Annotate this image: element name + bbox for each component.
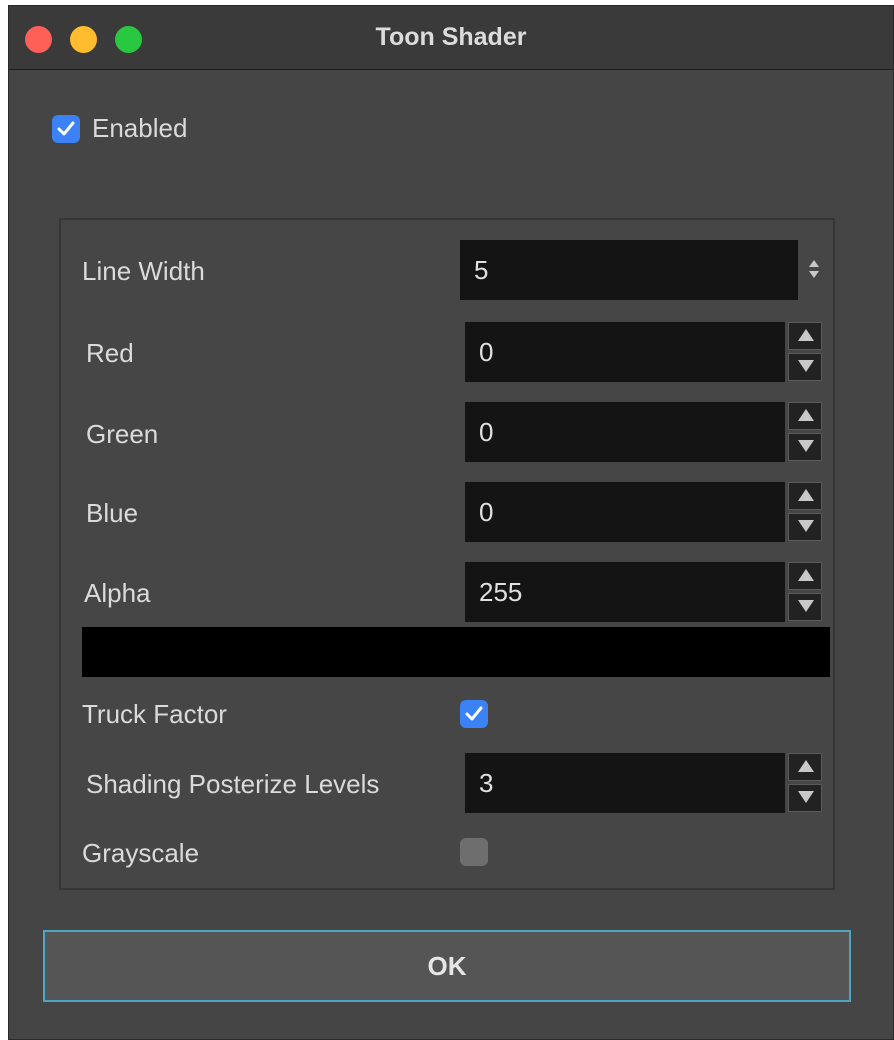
window-title: Toon Shader bbox=[375, 23, 527, 51]
checkmark-icon bbox=[465, 706, 483, 721]
line-width-field[interactable]: 5 bbox=[460, 240, 798, 300]
blue-label: Blue bbox=[86, 498, 139, 528]
ok-button[interactable]: OK bbox=[43, 930, 851, 1002]
posterize-increment-button[interactable] bbox=[788, 753, 822, 781]
red-label: Red bbox=[86, 338, 134, 368]
alpha-spinner[interactable] bbox=[788, 562, 822, 622]
blue-spinner[interactable] bbox=[788, 482, 822, 542]
posterize-spinner[interactable] bbox=[788, 753, 822, 813]
enabled-label: Enabled bbox=[92, 113, 188, 143]
truck-factor-label: Truck Factor bbox=[82, 699, 227, 729]
posterize-decrement-button[interactable] bbox=[788, 784, 822, 812]
line-width-label: Line Width bbox=[82, 256, 205, 286]
red-spinner[interactable] bbox=[788, 322, 822, 382]
alpha-increment-button[interactable] bbox=[788, 562, 822, 590]
green-decrement-button[interactable] bbox=[788, 433, 822, 461]
green-label: Green bbox=[86, 419, 159, 449]
enabled-checkbox[interactable] bbox=[52, 115, 80, 143]
color-preview-swatch bbox=[82, 627, 830, 677]
grayscale-label: Grayscale bbox=[82, 838, 200, 868]
green-increment-button[interactable] bbox=[788, 402, 822, 430]
posterize-label: Shading Posterize Levels bbox=[86, 769, 380, 799]
red-field[interactable]: 0 bbox=[465, 322, 785, 382]
red-increment-button[interactable] bbox=[788, 322, 822, 350]
title-bar[interactable]: Toon Shader bbox=[9, 6, 893, 70]
posterize-field[interactable]: 3 bbox=[465, 753, 785, 813]
alpha-decrement-button[interactable] bbox=[788, 593, 822, 621]
green-spinner[interactable] bbox=[788, 402, 822, 462]
blue-decrement-button[interactable] bbox=[788, 513, 822, 541]
blue-increment-button[interactable] bbox=[788, 482, 822, 510]
grayscale-checkbox[interactable] bbox=[460, 838, 488, 866]
blue-field[interactable]: 0 bbox=[465, 482, 785, 542]
alpha-label: Alpha bbox=[84, 578, 151, 608]
red-decrement-button[interactable] bbox=[788, 353, 822, 381]
checkmark-icon bbox=[57, 121, 75, 136]
alpha-field[interactable]: 255 bbox=[465, 562, 785, 622]
green-field[interactable]: 0 bbox=[465, 402, 785, 462]
truck-factor-checkbox[interactable] bbox=[460, 700, 488, 728]
line-width-stepper-icon[interactable] bbox=[807, 258, 821, 284]
